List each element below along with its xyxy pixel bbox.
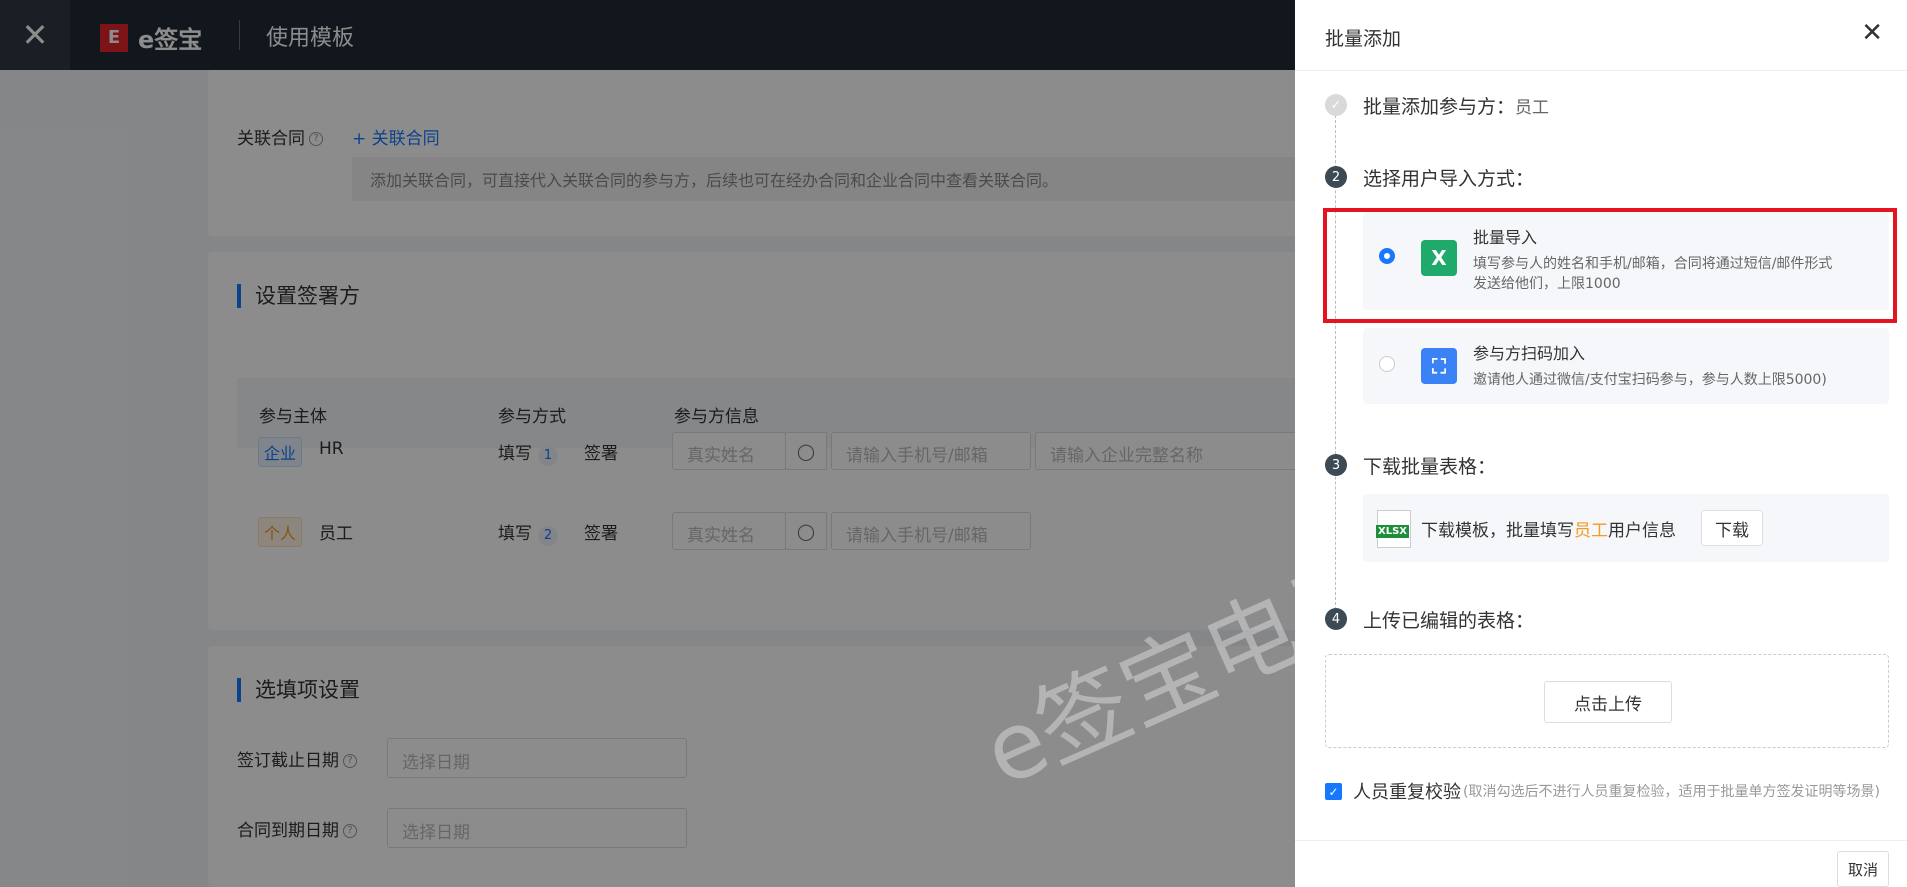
download-template-box: XLSX 下载模板，批量填写员工用户信息 下载 (1363, 494, 1889, 562)
upload-button[interactable]: 点击上传 (1544, 681, 1672, 723)
step1-label: 批量添加参与方： (1363, 96, 1516, 118)
option-title: 参与方扫码加入 (1473, 344, 1586, 363)
step-number: 4 (1325, 608, 1347, 630)
divider (1295, 840, 1907, 841)
close-icon[interactable]: ✕ (1861, 18, 1883, 48)
highlight-box (1323, 208, 1897, 323)
step2-label: 选择用户导入方式： (1363, 168, 1535, 190)
step3-label: 下载批量表格： (1363, 456, 1497, 478)
xlsx-badge: XLSX (1376, 525, 1409, 538)
step-number: 2 (1325, 166, 1347, 188)
modal-overlay[interactable] (0, 0, 1295, 887)
divider (1295, 70, 1907, 71)
download-text-pre: 下载模板，批量填写 (1421, 521, 1574, 541)
step4-label: 上传已编辑的表格： (1363, 610, 1535, 632)
cancel-button[interactable]: 取消 (1837, 851, 1889, 887)
download-text-highlight: 员工 (1574, 521, 1608, 541)
radio-qr-join[interactable] (1379, 356, 1395, 372)
download-text: 下载模板，批量填写员工用户信息 (1421, 516, 1676, 541)
xlsx-file-icon: XLSX (1376, 510, 1411, 548)
download-button[interactable]: 下载 (1701, 510, 1763, 546)
check-label[interactable]: 人员重复校验 (1353, 778, 1461, 804)
option-qr-join[interactable]: ⛶ 参与方扫码加入 邀请他人通过微信/支付宝扫码参与，参与人数上限5000) (1363, 328, 1889, 404)
batch-add-drawer: 批量添加 ✕ ✓ 批量添加参与方：员工 2 选择用户导入方式： X 批量导入 填… (1295, 0, 1907, 887)
option-desc: 邀请他人通过微信/支付宝扫码参与，参与人数上限5000) (1473, 372, 1827, 388)
check-icon: ✓ (1325, 94, 1347, 116)
checkbox-duplicate-check[interactable]: ✓ (1325, 783, 1342, 800)
step1-value: 员工 (1515, 98, 1550, 118)
drawer-title: 批量添加 (1325, 28, 1402, 50)
upload-area[interactable]: 点击上传 (1325, 654, 1889, 748)
step1: 批量添加参与方：员工 (1363, 92, 1549, 119)
step-number: 3 (1325, 454, 1347, 476)
scan-icon: ⛶ (1421, 348, 1457, 384)
download-text-post: 用户信息 (1608, 521, 1676, 541)
